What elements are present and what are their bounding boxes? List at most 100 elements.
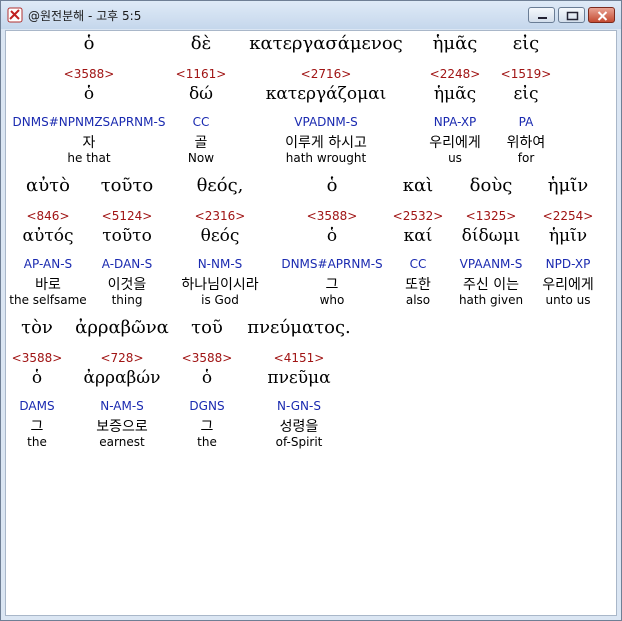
- word-greek: τὸν: [21, 317, 53, 338]
- word-lemma: ἡμῖν: [548, 226, 588, 246]
- word-cell[interactable]: τοῦτο <5124> τοῦτο A-DAN-S 이것을 thing: [90, 175, 164, 311]
- word-greek: δοὺς: [469, 175, 513, 196]
- word-english: of-Spirit: [275, 435, 323, 449]
- word-strong: <846>: [26, 209, 70, 223]
- word-lemma: ὁ: [201, 368, 213, 388]
- word-morph: DAMS: [19, 399, 55, 413]
- word-english: he that: [67, 151, 111, 165]
- word-lemma: ἡμᾶς: [433, 84, 477, 104]
- interlinear-panel[interactable]: ὁ <3588> ὁ DNMS#NPNMZSAPRNM-S 자 he that δὲ <116…: [5, 30, 617, 616]
- word-strong: <3588>: [306, 209, 358, 223]
- maximize-icon: [566, 11, 579, 21]
- minimize-button[interactable]: [528, 7, 555, 23]
- word-english: us: [448, 151, 462, 165]
- word-cell[interactable]: πνεύματος. <4151> πνεῦμα N-GN-S 성령을 of-Spirit: [238, 317, 360, 453]
- word-strong: <1161>: [175, 67, 227, 81]
- word-strong: <1325>: [465, 209, 517, 223]
- word-cell[interactable]: ὁ <3588> ὁ DNMS#APRNM-S 그 who: [276, 175, 388, 311]
- word-strong: <3588>: [181, 351, 233, 365]
- word-greek: εἰς: [512, 33, 540, 54]
- word-strong: <1519>: [500, 67, 552, 81]
- word-cell[interactable]: θεός, <2316> θεός N-NM-S 하나님이시라 is God: [164, 175, 276, 311]
- word-cell[interactable]: αὐτὸ <846> αὐτός AP-AN-S 바로 the selfsame: [6, 175, 90, 311]
- word-greek: ἡμᾶς: [432, 33, 478, 54]
- word-strong: <5124>: [101, 209, 153, 223]
- word-korean: 우리에게: [429, 135, 481, 151]
- word-korean: 바로: [35, 277, 61, 293]
- word-korean: 위하여: [506, 135, 546, 151]
- word-morph: NPA-XP: [433, 115, 477, 129]
- word-cell[interactable]: δὲ <1161> δώ CC 골 Now: [172, 33, 230, 169]
- word-greek: δὲ: [190, 33, 212, 54]
- word-korean: 이루게 하시고: [285, 135, 367, 151]
- word-korean: 하나님이시라: [181, 277, 259, 293]
- word-lemma: δίδωμι: [461, 226, 521, 246]
- word-morph: N-NM-S: [197, 257, 243, 271]
- word-strong: <2316>: [194, 209, 246, 223]
- word-lemma: ὁ: [31, 368, 43, 388]
- word-cell[interactable]: εἰς <1519> εἰς PA 위하여 for: [488, 33, 564, 169]
- word-greek: αὐτὸ: [26, 175, 70, 196]
- word-greek: ὁ: [326, 175, 338, 196]
- title-bar[interactable]: @원전분해 - 고후 5:5: [1, 1, 621, 29]
- word-morph: CC: [192, 115, 210, 129]
- word-lemma: δώ: [188, 84, 214, 104]
- word-cell[interactable]: τοῦ <3588> ὁ DGNS 그 the: [176, 317, 238, 453]
- word-korean: 성령을: [279, 419, 319, 435]
- word-greek: κατεργασάμενος: [249, 33, 403, 54]
- word-cell[interactable]: καὶ <2532> καί CC 또한 also: [388, 175, 448, 311]
- word-cell[interactable]: κατεργασάμενος <2716> κατεργάζομαι VPADNM-S…: [230, 33, 422, 169]
- word-morph: PA: [518, 115, 534, 129]
- word-cell[interactable]: δοὺς <1325> δίδωμι VPAANM-S 주신 이는 hath given: [448, 175, 534, 311]
- word-greek: ἀρραβῶνα: [75, 317, 169, 338]
- word-lemma: ὁ: [326, 226, 338, 246]
- word-korean: 또한: [405, 277, 431, 293]
- word-korean: 우리에게: [542, 277, 594, 293]
- word-cell[interactable]: ἡμῖν <2254> ἡμῖν NPD-XP 우리에게 unto us: [534, 175, 602, 311]
- word-korean: 그: [30, 419, 44, 435]
- word-lemma: εἰς: [513, 84, 539, 104]
- word-greek: ἡμῖν: [547, 175, 589, 196]
- word-greek: πνεύματος.: [247, 317, 351, 338]
- minimize-icon: [538, 17, 547, 19]
- word-korean: 골: [194, 135, 208, 151]
- word-lemma: ὁ: [83, 84, 95, 104]
- word-strong: <2716>: [300, 67, 352, 81]
- word-cell[interactable]: ὁ <3588> ὁ DNMS#NPNMZSAPRNM-S 자 he that: [6, 33, 172, 169]
- word-english: hath wrought: [285, 151, 367, 165]
- word-strong: <2254>: [542, 209, 594, 223]
- word-greek: τοῦτο: [100, 175, 154, 196]
- word-cell[interactable]: τὸν <3588> ὁ DAMS 그 the: [6, 317, 68, 453]
- word-strong: <2248>: [429, 67, 481, 81]
- close-button[interactable]: [588, 7, 615, 23]
- word-morph: VPAANM-S: [459, 257, 523, 271]
- word-lemma: καί: [403, 226, 433, 246]
- word-morph: AP-AN-S: [23, 257, 73, 271]
- word-korean: 자: [82, 135, 96, 151]
- word-cell[interactable]: ἀρραβῶνα <728> ἀρραβών N-AM-S 보증으로 earnest: [68, 317, 176, 453]
- word-strong: <3588>: [63, 67, 115, 81]
- word-korean: 주신 이는: [463, 277, 519, 293]
- maximize-button[interactable]: [558, 7, 585, 23]
- app-icon: [7, 7, 23, 23]
- word-korean: 그: [200, 419, 214, 435]
- word-lemma: πνεῦμα: [267, 368, 331, 388]
- word-english: also: [405, 293, 431, 307]
- word-english: who: [319, 293, 345, 307]
- word-lemma: θεός: [200, 226, 240, 246]
- word-greek: καὶ: [402, 175, 434, 196]
- word-cell[interactable]: ἡμᾶς <2248> ἡμᾶς NPA-XP 우리에게 us: [422, 33, 488, 169]
- word-strong: <2532>: [392, 209, 444, 223]
- word-korean: 이것을: [107, 277, 147, 293]
- word-morph: N-GN-S: [277, 399, 321, 413]
- word-korean: 보증으로: [96, 419, 148, 435]
- word-english: unto us: [545, 293, 591, 307]
- word-english: thing: [111, 293, 143, 307]
- word-english: hath given: [458, 293, 524, 307]
- word-morph: DGNS: [189, 399, 225, 413]
- word-morph: VPADNM-S: [294, 115, 358, 129]
- word-english: Now: [187, 151, 215, 165]
- app-window: @원전분해 - 고후 5:5 ὁ <3588> ὁ DNMS#NPNMZSAPRNM-…: [0, 0, 622, 621]
- word-lemma: τοῦτο: [102, 226, 152, 246]
- word-greek: θεός,: [196, 175, 244, 196]
